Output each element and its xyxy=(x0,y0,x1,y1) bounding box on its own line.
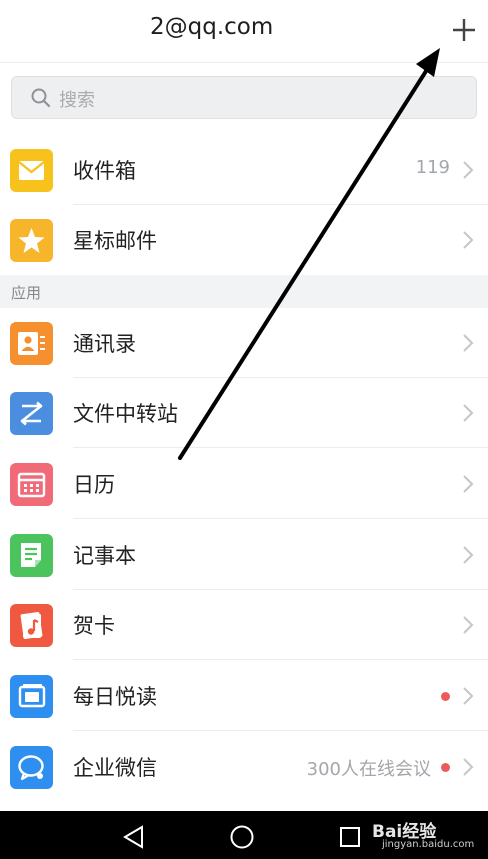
contacts-icon xyxy=(10,322,53,365)
list-item-calendar[interactable]: 日历 xyxy=(0,449,488,519)
chevron-right-icon xyxy=(463,404,474,422)
list-item-greeting-card[interactable]: 贺卡 xyxy=(0,590,488,660)
baidu-jingyan-watermark: Bai经验 jingyan.baidu.com xyxy=(372,817,484,857)
wework-detail: 300人在线会议 xyxy=(306,759,431,780)
greeting-card-label: 贺卡 xyxy=(73,614,115,638)
starred-label: 星标邮件 xyxy=(73,229,157,253)
search-input[interactable]: 搜索 xyxy=(11,76,477,119)
section-header-apps: 应用 xyxy=(0,275,488,308)
inbox-unread-count: 119 xyxy=(415,157,450,178)
divider xyxy=(73,730,488,731)
star-icon xyxy=(10,219,53,262)
watermark-url: jingyan.baidu.com xyxy=(382,839,475,850)
calendar-icon xyxy=(10,463,53,506)
file-transfer-label: 文件中转站 xyxy=(73,402,178,426)
plus-icon xyxy=(453,19,475,41)
back-triangle-icon xyxy=(123,825,143,849)
unread-dot-badge xyxy=(441,763,450,772)
contacts-label: 通讯录 xyxy=(73,332,136,356)
wework-icon xyxy=(10,746,53,789)
search-area: 搜索 xyxy=(0,63,488,135)
notepad-icon xyxy=(10,534,53,577)
chevron-right-icon xyxy=(463,616,474,634)
chevron-right-icon xyxy=(463,475,474,493)
divider xyxy=(73,518,488,519)
calendar-label: 日历 xyxy=(73,473,115,497)
home-circle-icon xyxy=(230,825,254,849)
list-item-daily-reading[interactable]: 每日悦读 xyxy=(0,661,488,731)
list-item-starred[interactable]: 星标邮件 xyxy=(0,205,488,275)
mail-home-screen: 2@qq.com 搜索 收件箱 119 星标邮件 应用 通讯录 文件中转站 日历… xyxy=(0,0,488,859)
search-icon xyxy=(31,88,51,108)
chevron-right-icon xyxy=(463,546,474,564)
back-button[interactable] xyxy=(120,823,148,851)
divider xyxy=(73,659,488,660)
recent-square-icon xyxy=(340,827,360,847)
chevron-right-icon xyxy=(463,687,474,705)
list-item-inbox[interactable]: 收件箱 119 xyxy=(0,135,488,205)
section-label: 应用 xyxy=(11,284,42,302)
divider xyxy=(73,447,488,448)
chevron-right-icon xyxy=(463,334,474,352)
account-email-title: 2@qq.com xyxy=(150,14,274,40)
recent-apps-button[interactable] xyxy=(336,823,364,851)
transfer-icon xyxy=(10,392,53,435)
add-button[interactable] xyxy=(444,10,484,50)
daily-reading-label: 每日悦读 xyxy=(73,685,157,709)
notepad-label: 记事本 xyxy=(73,544,136,568)
list-item-file-transfer[interactable]: 文件中转站 xyxy=(0,378,488,448)
list-item-notepad[interactable]: 记事本 xyxy=(0,520,488,590)
list-item-contacts[interactable]: 通讯录 xyxy=(0,308,488,378)
reader-icon xyxy=(10,675,53,718)
chevron-right-icon xyxy=(463,758,474,776)
list-item-wework[interactable]: 企业微信 300人在线会议 xyxy=(0,732,488,802)
top-bar: 2@qq.com xyxy=(0,0,488,63)
search-placeholder: 搜索 xyxy=(59,90,95,111)
wework-label: 企业微信 xyxy=(73,756,157,780)
home-button[interactable] xyxy=(228,823,256,851)
system-nav-bar: Bai经验 jingyan.baidu.com xyxy=(0,811,488,859)
chevron-right-icon xyxy=(463,161,474,179)
unread-dot-badge xyxy=(441,692,450,701)
envelope-icon xyxy=(10,149,53,192)
chevron-right-icon xyxy=(463,231,474,249)
inbox-label: 收件箱 xyxy=(73,159,136,183)
music-card-icon xyxy=(10,604,53,647)
